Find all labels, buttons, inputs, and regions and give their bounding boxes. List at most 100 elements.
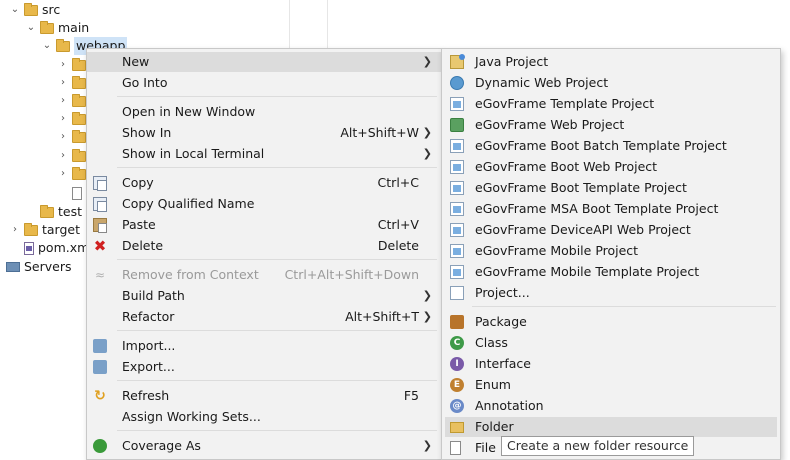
submenu-item-dynamic-web-project[interactable]: Dynamic Web Project — [442, 73, 780, 93]
package-icon — [450, 315, 464, 329]
tree-item-main[interactable]: ⌄ main — [24, 19, 89, 37]
chevron-right-icon[interactable]: › — [56, 74, 70, 92]
egov-project-icon — [450, 244, 464, 258]
submenu-item-enum[interactable]: E Enum — [442, 375, 780, 395]
menu-item-refactor[interactable]: Refactor Alt+Shift+T ❯ — [87, 307, 441, 327]
menu-item-delete[interactable]: ✖ Delete Delete — [87, 236, 441, 256]
chevron-right-icon[interactable]: › — [56, 56, 70, 74]
tree-item-child-folder[interactable]: › — [56, 165, 90, 183]
submenu-item-egov-mobile-template-project[interactable]: eGovFrame Mobile Template Project — [442, 262, 780, 282]
new-submenu: Java Project Dynamic Web Project eGovFra… — [441, 48, 781, 460]
submenu-item-class[interactable]: C Class — [442, 333, 780, 353]
menu-item-refresh[interactable]: ↻ Refresh F5 — [87, 386, 441, 406]
tree-item-child-folder[interactable]: › — [56, 92, 90, 110]
menu-item-show-in[interactable]: Show In Alt+Shift+W ❯ — [87, 123, 441, 143]
menu-item-import[interactable]: Import... — [87, 336, 441, 356]
submenu-item-egov-web-project[interactable]: eGovFrame Web Project — [442, 115, 780, 135]
java-project-icon — [450, 54, 465, 69]
tree-item-child-folder[interactable]: › — [56, 147, 90, 165]
export-icon — [93, 360, 107, 374]
tooltip: Create a new folder resource — [501, 436, 695, 456]
menu-separator — [117, 259, 437, 260]
folder-icon — [72, 57, 86, 71]
submenu-arrow-icon: ❯ — [422, 289, 432, 302]
xml-file-icon — [24, 241, 34, 255]
chevron-right-icon[interactable]: › — [56, 165, 70, 183]
import-icon — [93, 339, 107, 353]
menu-separator — [117, 380, 437, 381]
menu-item-new[interactable]: New ❯ — [87, 52, 441, 72]
submenu-arrow-icon: ❯ — [422, 55, 432, 68]
tree-item-label: src — [42, 2, 61, 17]
menu-separator — [117, 430, 437, 431]
menu-item-open-in-new-window[interactable]: Open in New Window — [87, 102, 441, 122]
submenu-item-project[interactable]: Project... — [442, 283, 780, 303]
tree-item-target[interactable]: › target — [8, 221, 80, 239]
submenu-arrow-icon: ❯ — [422, 126, 432, 139]
menu-item-copy-qualified-name[interactable]: Copy Qualified Name — [87, 194, 441, 214]
tree-item-label: target — [42, 222, 81, 237]
egov-project-icon — [450, 97, 464, 111]
folder-icon — [40, 204, 54, 218]
egov-web-project-icon — [450, 118, 464, 132]
file-icon — [72, 186, 82, 200]
tree-item-pom-xml[interactable]: pom.xml — [8, 239, 93, 257]
submenu-arrow-icon: ❯ — [422, 439, 432, 452]
class-icon: C — [450, 336, 464, 350]
submenu-arrow-icon: ❯ — [422, 310, 432, 323]
menu-item-show-in-local-terminal[interactable]: Show in Local Terminal ❯ — [87, 144, 441, 164]
menu-item-remove-from-context: ≈ Remove from Context Ctrl+Alt+Shift+Dow… — [94, 267, 419, 282]
egov-project-icon — [450, 265, 464, 279]
submenu-item-egov-boot-batch-template-project[interactable]: eGovFrame Boot Batch Template Project — [442, 136, 780, 156]
submenu-item-package[interactable]: Package — [442, 312, 780, 332]
enum-icon: E — [450, 378, 464, 392]
chevron-right-icon[interactable]: › — [56, 110, 70, 128]
chevron-down-icon[interactable]: ⌄ — [40, 37, 54, 55]
submenu-item-egov-mobile-project[interactable]: eGovFrame Mobile Project — [442, 241, 780, 261]
submenu-item-egov-deviceapi-web-project[interactable]: eGovFrame DeviceAPI Web Project — [442, 220, 780, 240]
submenu-item-egov-msa-boot-template-project[interactable]: eGovFrame MSA Boot Template Project — [442, 199, 780, 219]
tree-item-child-folder[interactable]: › — [56, 74, 90, 92]
tree-item-child-folder[interactable]: › — [56, 56, 90, 74]
submenu-item-annotation[interactable]: @ Annotation — [442, 396, 780, 416]
folder-icon — [72, 111, 86, 125]
tree-item-src[interactable]: ⌄ src — [8, 1, 60, 19]
chevron-right-icon[interactable]: › — [8, 221, 22, 239]
menu-separator — [117, 96, 437, 97]
submenu-item-egov-template-project[interactable]: eGovFrame Template Project — [442, 94, 780, 114]
menu-item-coverage-as[interactable]: Coverage As ❯ — [87, 436, 441, 456]
egov-project-icon — [450, 202, 464, 216]
folder-icon — [450, 422, 464, 433]
submenu-item-java-project[interactable]: Java Project — [442, 52, 780, 72]
tree-item-child-file[interactable] — [70, 184, 86, 202]
menu-separator — [117, 330, 437, 331]
chevron-right-icon[interactable]: › — [56, 147, 70, 165]
egov-project-icon — [450, 181, 464, 195]
folder-icon — [72, 93, 86, 107]
tree-item-child-folder[interactable]: › — [56, 110, 90, 128]
menu-item-go-into[interactable]: Go Into — [87, 73, 441, 93]
copy-qualified-name-icon — [93, 197, 107, 212]
chevron-down-icon[interactable]: ⌄ — [8, 1, 22, 19]
menu-item-assign-working-sets[interactable]: Assign Working Sets... — [87, 407, 441, 427]
tree-item-servers[interactable]: Servers — [4, 258, 72, 276]
tree-item-child-folder[interactable]: › — [56, 128, 90, 146]
menu-item-build-path[interactable]: Build Path ❯ — [87, 286, 441, 306]
project-wizard-icon — [450, 286, 464, 300]
remove-context-icon: ≈ — [94, 268, 106, 282]
submenu-item-egov-boot-web-project[interactable]: eGovFrame Boot Web Project — [442, 157, 780, 177]
chevron-down-icon[interactable]: ⌄ — [24, 19, 38, 37]
folder-icon — [72, 148, 86, 162]
egov-project-icon — [450, 139, 464, 153]
tree-item-test[interactable]: test — [24, 203, 82, 221]
chevron-right-icon[interactable]: › — [56, 92, 70, 110]
menu-item-paste[interactable]: Paste Ctrl+V — [87, 215, 441, 235]
paste-icon — [93, 218, 107, 233]
submenu-item-egov-boot-template-project[interactable]: eGovFrame Boot Template Project — [442, 178, 780, 198]
chevron-right-icon[interactable]: › — [56, 128, 70, 146]
menu-item-copy[interactable]: Copy Ctrl+C — [87, 173, 441, 193]
menu-item-export[interactable]: Export... — [87, 357, 441, 377]
servers-folder-icon — [6, 262, 20, 272]
submenu-item-folder[interactable]: Folder — [445, 417, 777, 437]
submenu-item-interface[interactable]: I Interface — [442, 354, 780, 374]
